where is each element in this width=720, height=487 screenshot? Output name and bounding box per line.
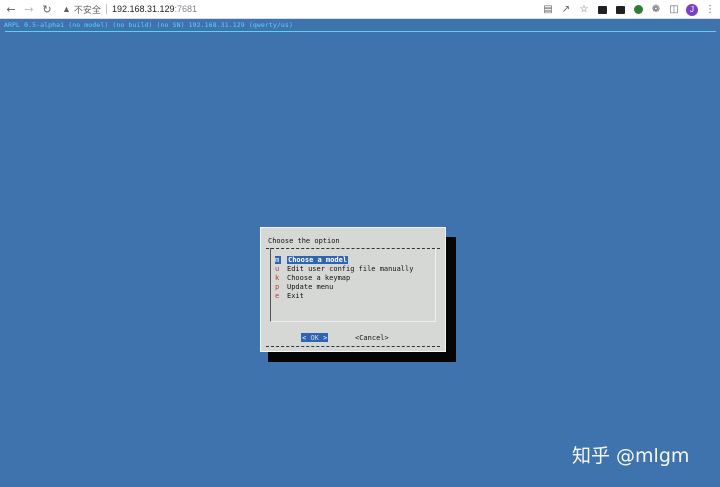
menu-item-choose-keymap[interactable]: k Choose a keymap (275, 273, 350, 282)
bookmark-star-icon[interactable]: ☆ (578, 4, 590, 16)
menu-item-choose-model[interactable]: m Choose a model (275, 255, 349, 264)
menu-item-hotkey: m (275, 255, 281, 264)
menu-item-hotkey: k (275, 273, 280, 282)
side-panel-icon[interactable]: ◫ (668, 4, 680, 16)
back-arrow-icon[interactable]: ← (2, 0, 20, 19)
menu-item-hotkey: p (275, 282, 280, 291)
menu-item-hotkey: u (275, 264, 280, 273)
forward-arrow-icon[interactable]: → (20, 0, 38, 19)
dialog-bottom-divider (266, 346, 440, 347)
terminal-status-line: ARPL 0.5-alpha1 (no model) (no build) (n… (4, 21, 293, 29)
menu-item-label: Exit (287, 291, 304, 300)
extension-dark-icon[interactable] (596, 4, 608, 16)
status-divider (5, 31, 716, 32)
menu-item-label: Edit user config file manually (287, 264, 414, 273)
menu-item-hotkey: e (275, 291, 280, 300)
menu-item-label: Choose a keymap (287, 273, 351, 282)
address-separator (105, 4, 107, 14)
avatar[interactable]: J (686, 3, 698, 16)
extension-screen-icon[interactable] (614, 4, 626, 16)
dialog-title: Choose the option (268, 237, 340, 245)
ok-right-bracket: > (323, 333, 328, 342)
insecure-label[interactable]: 不安全 (74, 3, 101, 16)
menu-item-update-menu[interactable]: p Update menu (275, 282, 333, 291)
url-host[interactable]: 192.168.31.129 (112, 4, 175, 14)
menu-item-exit[interactable]: e Exit (275, 291, 304, 300)
menu-item-label: Choose a model (287, 255, 349, 264)
ok-button-label: OK (310, 333, 319, 342)
ok-button[interactable]: < OK > (301, 333, 329, 342)
toolbar-actions: ▤ ↗ ☆ ❁ ◫ J ⋮ (542, 0, 716, 19)
reload-icon[interactable]: ↻ (38, 0, 56, 19)
share-icon[interactable]: ↗ (560, 4, 572, 16)
extensions-puzzle-icon[interactable]: ❁ (650, 4, 662, 16)
watermark-text: 知乎 @mlgm (572, 445, 690, 467)
cancel-button[interactable]: <Cancel> (355, 333, 389, 342)
menu-item-label: Update menu (287, 282, 334, 291)
browser-toolbar: ← → ↻ ▲ 不安全 192.168.31.129:7681 ▤ ↗ ☆ ❁ … (0, 0, 720, 19)
extension-green-icon[interactable] (632, 4, 644, 16)
menu-item-edit-user-config[interactable]: u Edit user config file manually (275, 264, 413, 273)
translate-icon[interactable]: ▤ (542, 4, 554, 16)
address-bar[interactable]: ▲ 不安全 192.168.31.129:7681 (62, 0, 197, 19)
url-port[interactable]: :7681 (175, 4, 198, 14)
menu-dots-icon[interactable]: ⋮ (704, 4, 716, 16)
menu-dialog: Choose the option m Choose a model u Edit … (260, 227, 446, 352)
warning-icon[interactable]: ▲ (62, 4, 71, 14)
